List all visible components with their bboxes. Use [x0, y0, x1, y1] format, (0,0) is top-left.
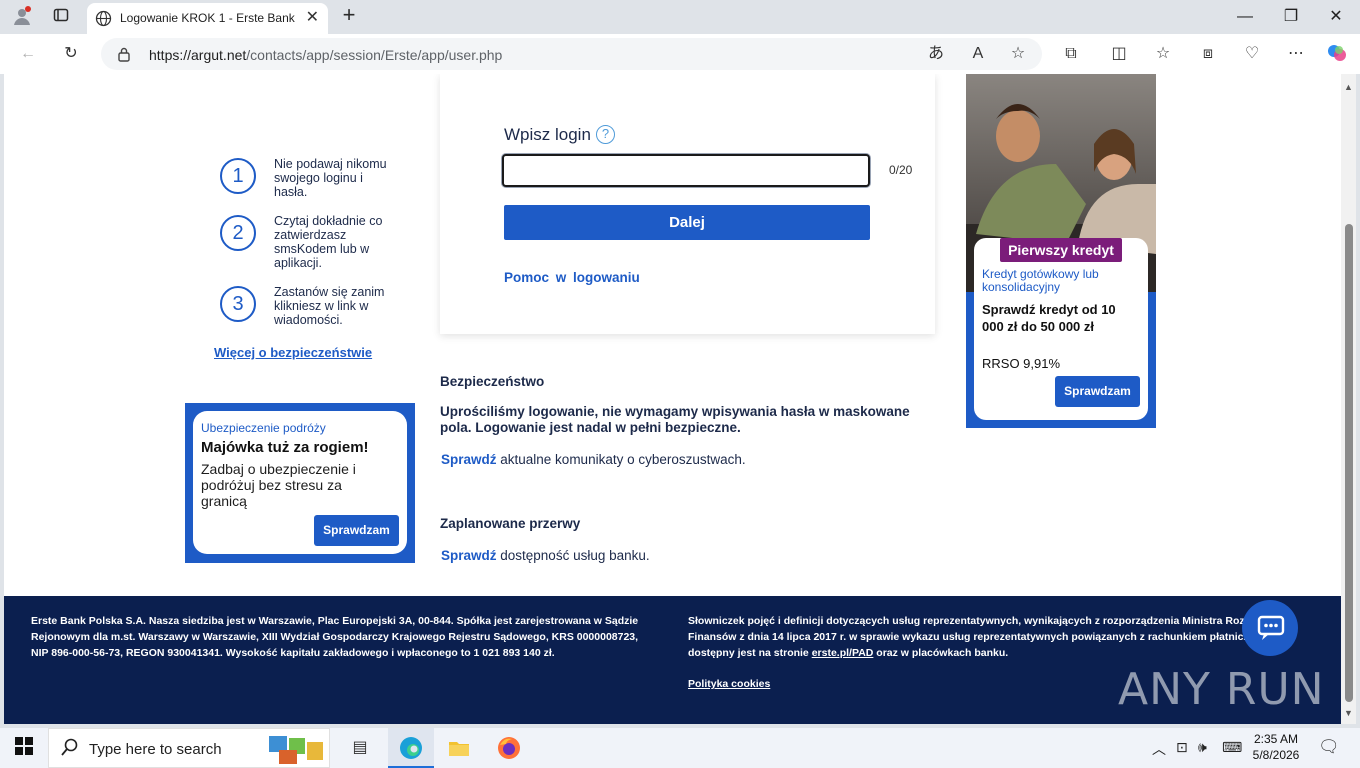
back-icon[interactable]: ←	[17, 43, 39, 65]
travel-check-button[interactable]: Sprawdzam	[314, 515, 399, 546]
tab-close-icon[interactable]: ✕	[306, 9, 319, 27]
windows-start-icon[interactable]	[13, 737, 35, 759]
scroll-down-icon[interactable]: ▼	[1344, 708, 1353, 718]
copilot-icon[interactable]	[1326, 43, 1348, 65]
loan-main-text: Sprawdź kredyt od 10 000 zł do 50 000 zł	[982, 302, 1116, 334]
help-icon[interactable]: ?	[596, 125, 615, 144]
minimize-icon[interactable]: —	[1231, 6, 1259, 28]
footer-glossary: Słowniczek pojęć i definicji dotyczących…	[688, 613, 1308, 661]
split-screen-icon[interactable]: ◫	[1108, 43, 1130, 65]
search-icon	[59, 738, 81, 760]
login-label: Wpisz login	[504, 125, 591, 144]
page-scrollbar[interactable]: ▲ ▼	[1341, 74, 1356, 724]
extensions-icon[interactable]: ⧉	[1060, 43, 1082, 65]
loan-badge: Pierwszy kredyt	[1000, 238, 1122, 262]
step-text: Czytaj dokładnie co zatwierdzasz smsKode…	[274, 214, 383, 270]
profile-icon[interactable]	[10, 6, 34, 28]
clock-time: 2:35 AM	[1253, 732, 1299, 746]
url-host: https://argut.net	[149, 47, 247, 63]
chat-button[interactable]	[1242, 600, 1298, 656]
ime-icon[interactable]: ⌨	[1222, 739, 1242, 756]
scroll-thumb[interactable]	[1345, 224, 1353, 702]
step-number: 1	[220, 158, 256, 194]
network-icon[interactable]: ⊡	[1176, 739, 1188, 756]
login-help-link[interactable]: Pomoc w logowaniu	[504, 270, 640, 285]
favorite-star-icon[interactable]: ☆	[1007, 43, 1029, 65]
tab-actions-icon[interactable]	[50, 7, 72, 27]
tab-title: Logowanie KROK 1 - Erste Bank Po	[120, 11, 298, 25]
loan-subtitle: Kredyt gotówkowy lub konsolidacyjny	[982, 267, 1099, 294]
ad-card: Ubezpieczenie podróży Majówka tuż za rog…	[193, 411, 407, 554]
loan-ad[interactable]: Pierwszy kredyt Kredyt gotówkowy lub kon…	[966, 74, 1156, 428]
login-input[interactable]	[502, 154, 870, 187]
browser-toolbar: ← ↻ https://argut.net/contacts/app/sessi…	[0, 34, 1360, 74]
task-view-icon[interactable]: ▤	[349, 737, 371, 759]
lock-icon[interactable]	[117, 46, 131, 67]
refresh-icon[interactable]: ↻	[60, 43, 82, 65]
edge-taskbar-icon[interactable]	[388, 728, 434, 768]
taskbar: Type here to search ▤ ︿ ⊡ 🕪 ⌨ 2:35 AM 5/…	[0, 728, 1360, 768]
loan-check-button[interactable]: Sprawdzam	[1055, 376, 1140, 407]
cyber-text: aktualne komunikaty o cyberoszustwach.	[496, 452, 746, 467]
glossary-text-end: oraz w placówkach banku.	[873, 647, 1009, 659]
collections-icon[interactable]: ⧈	[1197, 43, 1219, 65]
cyber-check-link[interactable]: Sprawdź	[441, 452, 497, 467]
taskbar-search[interactable]: Type here to search	[48, 728, 330, 768]
tab-bar: Logowanie KROK 1 - Erste Bank Po ✕ + — ❐…	[0, 0, 1360, 34]
search-highlight-icon	[267, 732, 327, 766]
security-text: Uprościliśmy logowanie, nie wymagamy wpi…	[440, 404, 910, 435]
ad-kicker: Ubezpieczenie podróży	[201, 421, 326, 435]
chat-icon	[1257, 615, 1285, 640]
step-text: Nie podawaj nikomu swojego loginu i hasł…	[274, 157, 387, 199]
step-text: Zastanów się zanim klikniesz w link w wi…	[274, 285, 385, 327]
search-placeholder: Type here to search	[89, 741, 222, 758]
address-bar[interactable]: https://argut.net/contacts/app/session/E…	[101, 38, 1042, 70]
notifications-icon[interactable]: 🗨	[1318, 737, 1340, 757]
footer-company-info: Erste Bank Polska S.A. Nasza siedziba je…	[31, 615, 639, 659]
restore-icon[interactable]: ❐	[1277, 6, 1305, 28]
window-close-icon[interactable]: ✕	[1322, 6, 1350, 28]
travel-insurance-ad[interactable]: Ubezpieczenie podróży Majówka tuż za rog…	[185, 403, 415, 563]
tray-chevron-icon[interactable]: ︿	[1152, 739, 1166, 759]
breaks-check-link[interactable]: Sprawdź	[441, 548, 497, 563]
clock-date: 5/8/2026	[1252, 748, 1300, 762]
step-number: 3	[220, 286, 256, 322]
url-text: https://argut.net/contacts/app/session/E…	[149, 47, 502, 63]
login-card: Wpisz login ? 0/20 Dalej Pomoc w logowan…	[440, 74, 935, 334]
tab-active[interactable]: Logowanie KROK 1 - Erste Bank Po ✕	[87, 3, 328, 34]
system-clock[interactable]: 2:35 AM 5/8/2026	[1248, 731, 1304, 763]
volume-icon[interactable]: 🕪	[1198, 739, 1207, 756]
translate-icon[interactable]: あ	[925, 43, 947, 65]
cookies-policy-link[interactable]: Polityka cookies	[688, 678, 770, 690]
file-explorer-icon[interactable]	[448, 737, 470, 764]
new-tab-icon[interactable]: +	[338, 4, 360, 26]
step-number: 2	[220, 215, 256, 251]
more-security-link[interactable]: Więcej o bezpieczeństwie	[214, 345, 372, 360]
breaks-notice: Sprawdź dostępność usług banku.	[441, 548, 936, 564]
security-heading: Bezpieczeństwo	[440, 374, 545, 389]
page-viewport: 1 Nie podawaj nikomu swojego loginu i ha…	[4, 74, 1341, 724]
cyber-notice: Sprawdź aktualne komunikaty o cyberoszus…	[441, 452, 936, 468]
next-button[interactable]: Dalej	[504, 205, 870, 240]
url-path: /contacts/app/session/Erste/app/user.php	[246, 47, 503, 63]
performance-icon[interactable]: ♡	[1241, 43, 1263, 65]
read-aloud-icon[interactable]: A	[967, 43, 989, 65]
firefox-icon[interactable]	[497, 736, 521, 765]
scroll-up-icon[interactable]: ▲	[1344, 82, 1353, 92]
loan-rrso: RRSO 9,91%	[982, 356, 1061, 371]
char-counter: 0/20	[889, 163, 913, 177]
favorites-icon[interactable]: ☆	[1152, 43, 1174, 65]
pad-link[interactable]: erste.pl/PAD	[812, 647, 874, 659]
ad-headline: Majówka tuż za rogiem!	[201, 439, 369, 456]
globe-icon	[95, 10, 112, 27]
breaks-heading: Zaplanowane przerwy	[440, 516, 581, 531]
more-menu-icon[interactable]: ⋯	[1285, 43, 1307, 65]
page-footer: Erste Bank Polska S.A. Nasza siedziba je…	[4, 596, 1341, 724]
anyrun-watermark: ANY RUN	[1118, 664, 1325, 715]
breaks-text: dostępność usług banku.	[496, 548, 650, 563]
ad-body: Zadbaj o ubezpieczenie i podróżuj bez st…	[201, 461, 356, 509]
